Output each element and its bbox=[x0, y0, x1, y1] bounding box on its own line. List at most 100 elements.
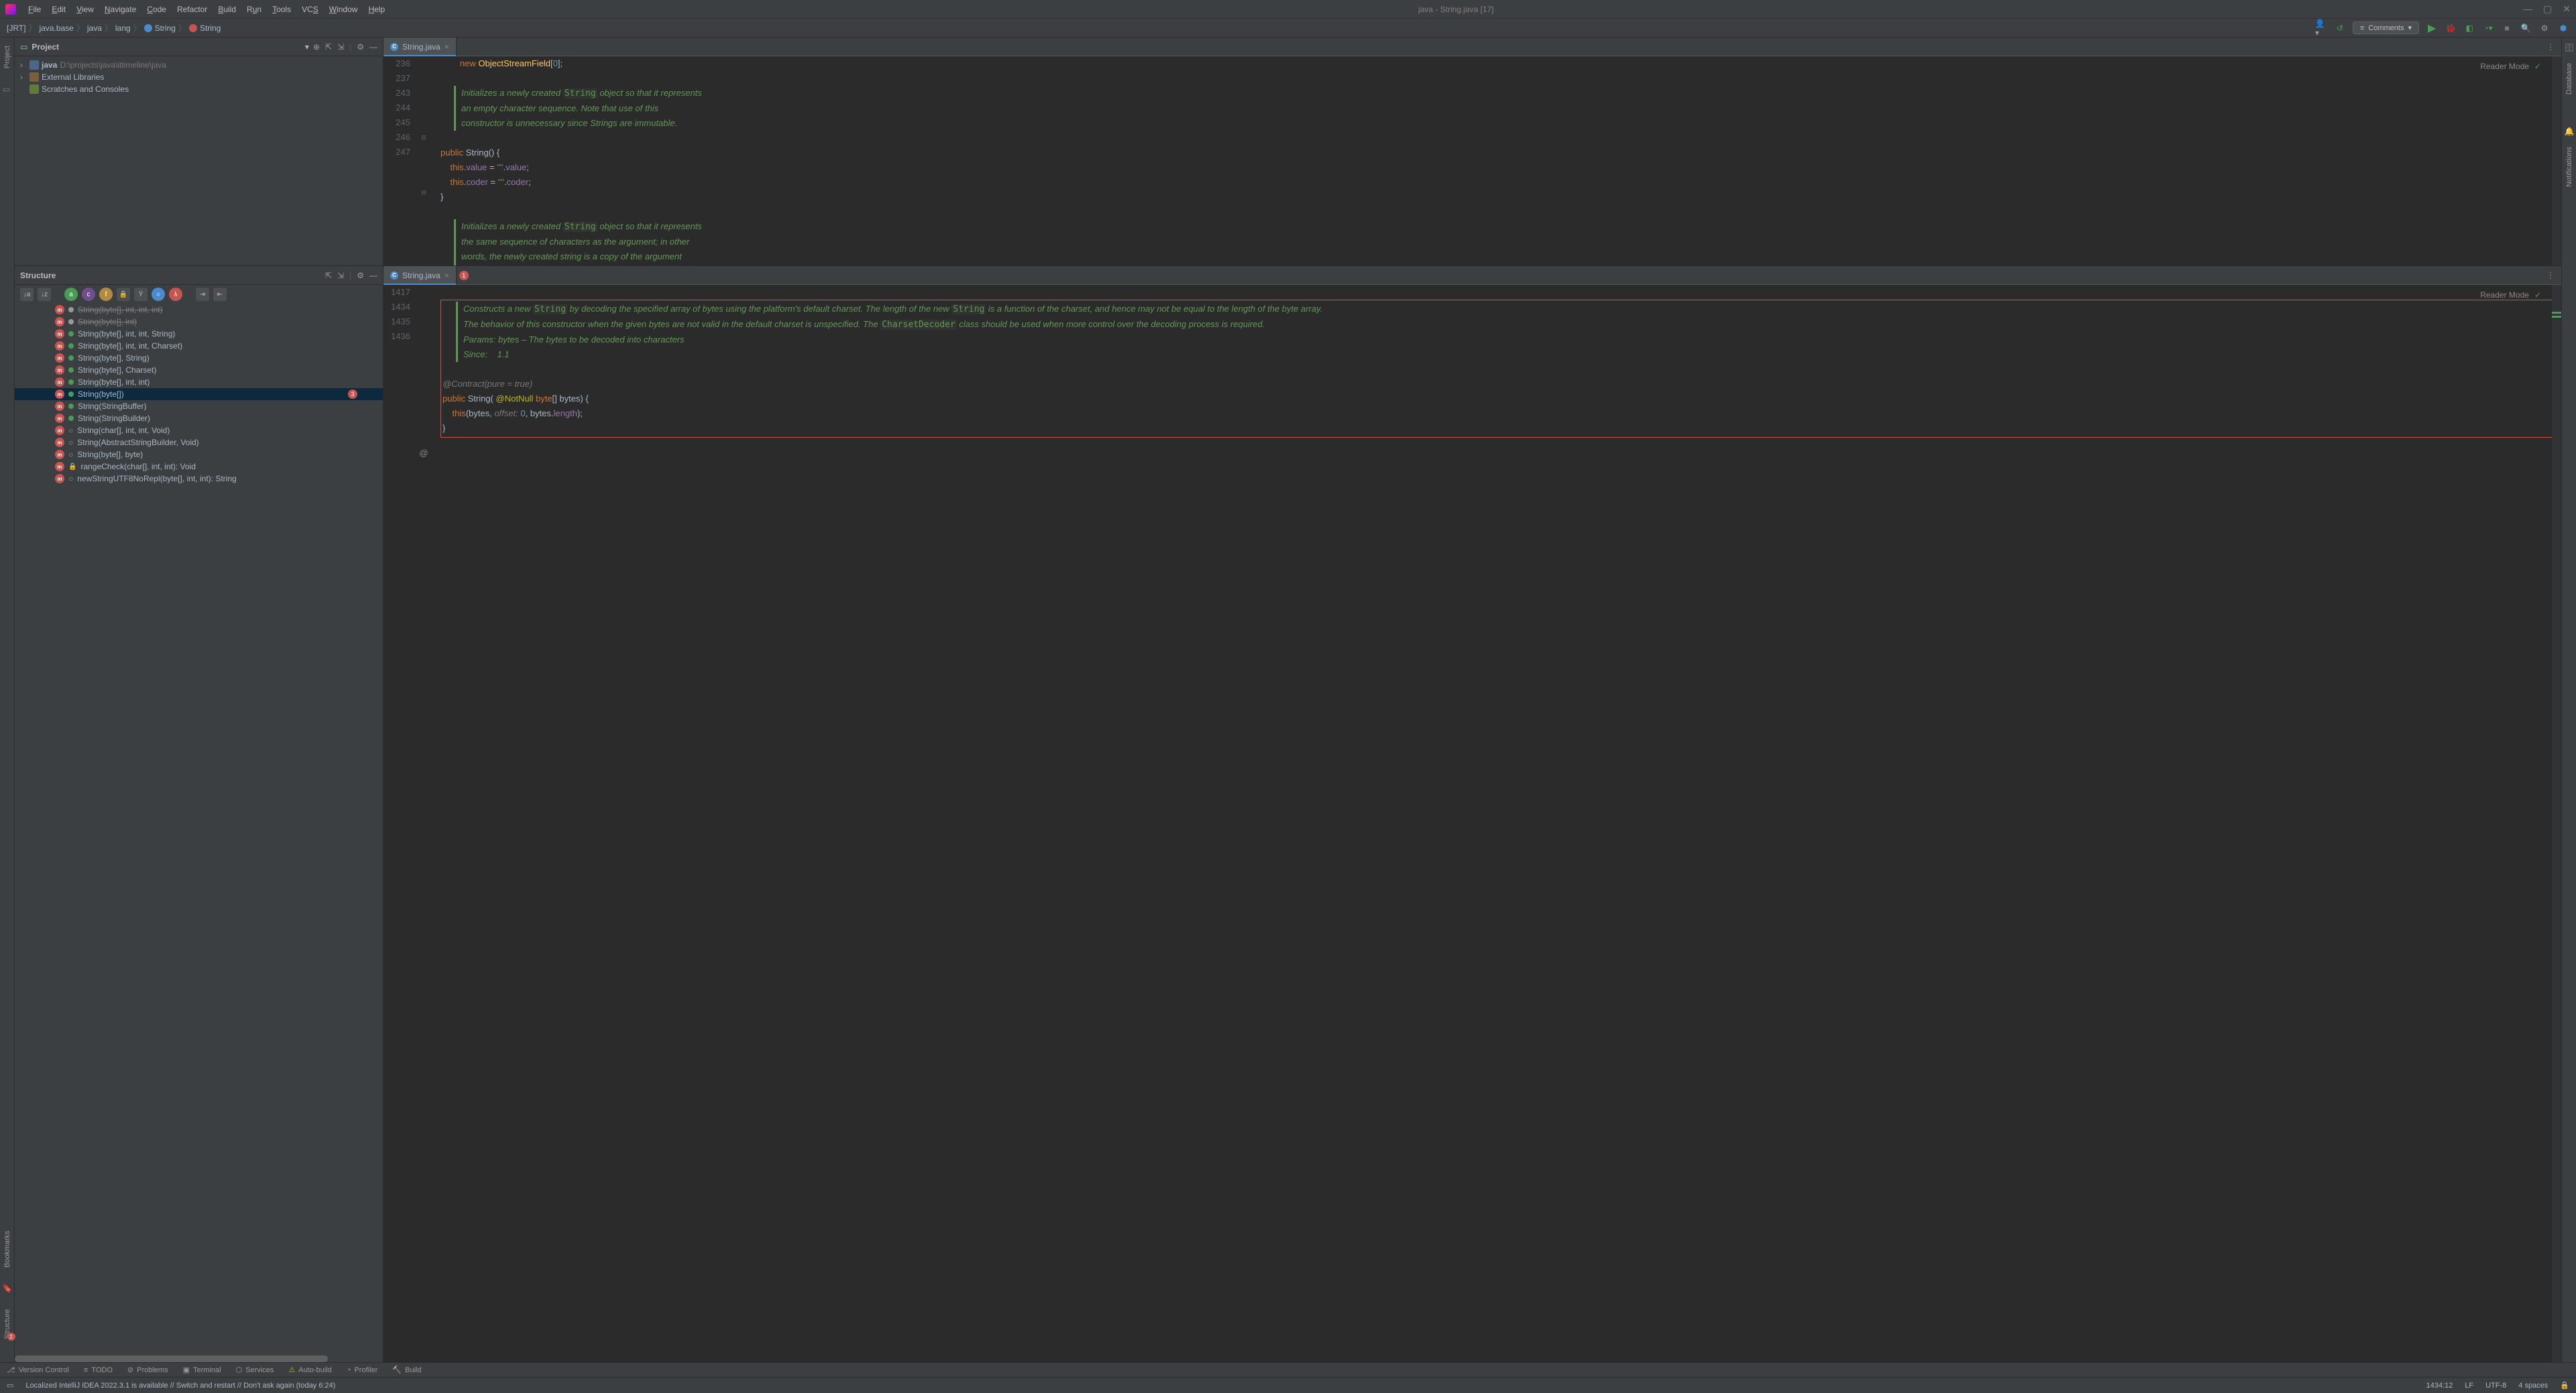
sort-alpha-button[interactable]: ↓a bbox=[20, 288, 34, 301]
tree-scratches[interactable]: Scratches and Consoles bbox=[15, 83, 383, 95]
search-icon[interactable]: 🔍 bbox=[2520, 22, 2532, 34]
structure-item[interactable]: m○String(char[], int, int, Void) bbox=[15, 424, 383, 436]
fold-marker[interactable]: ⊟ bbox=[421, 130, 426, 145]
project-title[interactable]: Project bbox=[32, 42, 301, 52]
tree-external-libs[interactable]: › External Libraries bbox=[15, 71, 383, 83]
show-nonpublic-button[interactable]: 🔒 bbox=[117, 288, 130, 301]
breadcrumb-root[interactable]: [JRT] bbox=[7, 23, 25, 33]
structure-item[interactable]: mString(byte[], int) bbox=[15, 316, 383, 328]
bookmarks-tool-button[interactable]: Bookmarks bbox=[3, 1228, 11, 1270]
tab-close-icon[interactable]: × bbox=[445, 42, 449, 52]
expand-icon[interactable]: ⇱ bbox=[325, 271, 332, 280]
folder-icon[interactable]: ▭ bbox=[3, 84, 12, 94]
structure-item[interactable]: mString(byte[], String) bbox=[15, 352, 383, 364]
menu-run[interactable]: Run bbox=[243, 2, 266, 17]
show-lambda-button[interactable]: λ bbox=[169, 288, 182, 301]
lock-icon[interactable]: 🔒 bbox=[2560, 1381, 2569, 1390]
profile-button[interactable]: ◔▾ bbox=[2482, 22, 2494, 34]
gear-icon[interactable]: ⚙ bbox=[357, 42, 364, 52]
structure-h-scrollbar[interactable] bbox=[15, 1355, 383, 1362]
structure-item[interactable]: mString(byte[], Charset) bbox=[15, 364, 383, 376]
maximize-button[interactable]: ▢ bbox=[2543, 3, 2552, 15]
project-tool-button[interactable]: Project bbox=[3, 43, 11, 71]
gear-icon[interactable]: ⚙ bbox=[357, 271, 364, 280]
add-user-icon[interactable]: 👤▾ bbox=[2315, 22, 2327, 34]
fold-marker[interactable]: ⊟ bbox=[421, 185, 426, 200]
shield-icon[interactable]: ⬢ bbox=[2557, 22, 2569, 34]
status-icon[interactable]: ▭ bbox=[7, 1381, 13, 1390]
reader-mode-indicator[interactable]: Reader Mode ✓ bbox=[2480, 290, 2541, 300]
autobuild-button[interactable]: ⚠Auto-build bbox=[288, 1366, 331, 1374]
structure-list[interactable]: mString(byte[], int, int, int)mString(by… bbox=[15, 304, 383, 1355]
minimap[interactable] bbox=[2552, 56, 2561, 265]
menu-build[interactable]: Build bbox=[214, 2, 240, 17]
settings-icon[interactable]: ⚙ bbox=[2538, 22, 2551, 34]
run-config-combo[interactable]: ≡ Comments ▾ bbox=[2353, 21, 2419, 34]
breadcrumb-item[interactable]: String bbox=[200, 23, 221, 33]
structure-item[interactable]: mString(byte[], int, int, String) bbox=[15, 328, 383, 340]
code-content[interactable]: new ObjectStreamField[0]; Initializes a … bbox=[430, 56, 2561, 265]
target-icon[interactable]: ⊕ bbox=[313, 42, 320, 52]
build-button[interactable]: 🔨Build bbox=[392, 1366, 421, 1374]
show-field-button[interactable]: f bbox=[99, 288, 113, 301]
structure-item[interactable]: m○newStringUTF8NoRepl(byte[], int, int):… bbox=[15, 473, 383, 485]
show-inherited-button[interactable]: Ÿ bbox=[134, 288, 148, 301]
bookmark-icon[interactable]: 🔖 bbox=[3, 1284, 12, 1293]
code-area-top[interactable]: 236 237 243 244 245 246 247 ⊟ ⊟ new Obje… bbox=[384, 56, 2561, 265]
structure-item[interactable]: m○String(AbstractStringBuilder, Void) bbox=[15, 436, 383, 448]
menu-help[interactable]: Help bbox=[364, 2, 389, 17]
database-tool-button[interactable]: Database bbox=[2565, 60, 2573, 97]
breadcrumb-item[interactable]: String bbox=[155, 23, 176, 33]
breadcrumb-item[interactable]: java.base bbox=[39, 23, 73, 33]
run-button[interactable]: ▶ bbox=[2426, 22, 2438, 34]
show-anon-button[interactable]: a bbox=[64, 288, 78, 301]
at-marker[interactable]: @ bbox=[419, 446, 428, 461]
structure-item[interactable]: mString(StringBuilder) bbox=[15, 412, 383, 424]
terminal-button[interactable]: ▣Terminal bbox=[183, 1366, 221, 1374]
autoscroll-from-button[interactable]: ⇤ bbox=[213, 288, 227, 301]
menu-vcs[interactable]: VCS bbox=[298, 2, 323, 17]
structure-item[interactable]: mString(byte[], int, int) bbox=[15, 376, 383, 388]
structure-item[interactable]: mString(byte[], int, int, Charset) bbox=[15, 340, 383, 352]
todo-button[interactable]: ≡TODO bbox=[84, 1366, 113, 1374]
sort-vis-button[interactable]: ↓z bbox=[38, 288, 51, 301]
menu-tools[interactable]: Tools bbox=[268, 2, 295, 17]
close-button[interactable]: ✕ bbox=[2563, 3, 2571, 15]
minimap[interactable] bbox=[2552, 285, 2561, 1362]
version-control-button[interactable]: ⎇Version Control bbox=[7, 1366, 69, 1374]
code-area-bottom[interactable]: 1417 1434 1435 1436 @ Constructs a new S… bbox=[384, 285, 2561, 1362]
collapse-icon[interactable]: ⇲ bbox=[337, 271, 344, 280]
structure-item[interactable]: mString(byte[], int, int, int) bbox=[15, 304, 383, 316]
coverage-button[interactable]: ◧ bbox=[2463, 22, 2475, 34]
cursor-position[interactable]: 1434:12 bbox=[2426, 1382, 2453, 1390]
minimize-icon[interactable]: — bbox=[369, 271, 377, 280]
tab-more-icon[interactable]: ⋮ bbox=[2540, 271, 2561, 280]
services-button[interactable]: ⬡Services bbox=[236, 1366, 274, 1374]
minimize-button[interactable]: — bbox=[2523, 3, 2532, 15]
sync-icon[interactable]: ↺ bbox=[2334, 22, 2346, 34]
encoding[interactable]: UTF-8 bbox=[2485, 1382, 2506, 1390]
minimize-icon[interactable]: — bbox=[369, 42, 377, 52]
menu-code[interactable]: Code bbox=[143, 2, 170, 17]
show-class-button[interactable]: c bbox=[82, 288, 95, 301]
tab-more-icon[interactable]: ⋮ bbox=[2540, 42, 2561, 52]
stop-button[interactable]: ■ bbox=[2501, 22, 2513, 34]
notifications-tool-button[interactable]: Notifications bbox=[2565, 144, 2573, 190]
chevron-down-icon[interactable]: ▾ bbox=[305, 42, 309, 52]
reader-mode-indicator[interactable]: Reader Mode ✓ bbox=[2480, 62, 2541, 71]
show-interface-button[interactable]: ○ bbox=[152, 288, 165, 301]
menu-window[interactable]: Window bbox=[325, 2, 362, 17]
structure-item[interactable]: m🔒rangeCheck(char[], int, int): Void bbox=[15, 461, 383, 473]
database-icon[interactable]: 🗄 bbox=[2565, 43, 2574, 52]
autoscroll-source-button[interactable]: ⇥ bbox=[196, 288, 209, 301]
menu-file[interactable]: File bbox=[24, 2, 45, 17]
tree-root[interactable]: › java D:\projects\java\ittimeline\java bbox=[15, 59, 383, 71]
expand-icon[interactable]: ⇱ bbox=[325, 42, 332, 52]
collapse-icon[interactable]: ⇲ bbox=[337, 42, 344, 52]
menu-edit[interactable]: Edit bbox=[48, 2, 70, 17]
status-message[interactable]: Localized IntelliJ IDEA 2022.3.1 is avai… bbox=[25, 1382, 335, 1390]
line-separator[interactable]: LF bbox=[2465, 1382, 2473, 1390]
editor-tab[interactable]: C String.java × bbox=[384, 266, 457, 284]
menu-navigate[interactable]: Navigate bbox=[101, 2, 140, 17]
menu-view[interactable]: View bbox=[72, 2, 98, 17]
